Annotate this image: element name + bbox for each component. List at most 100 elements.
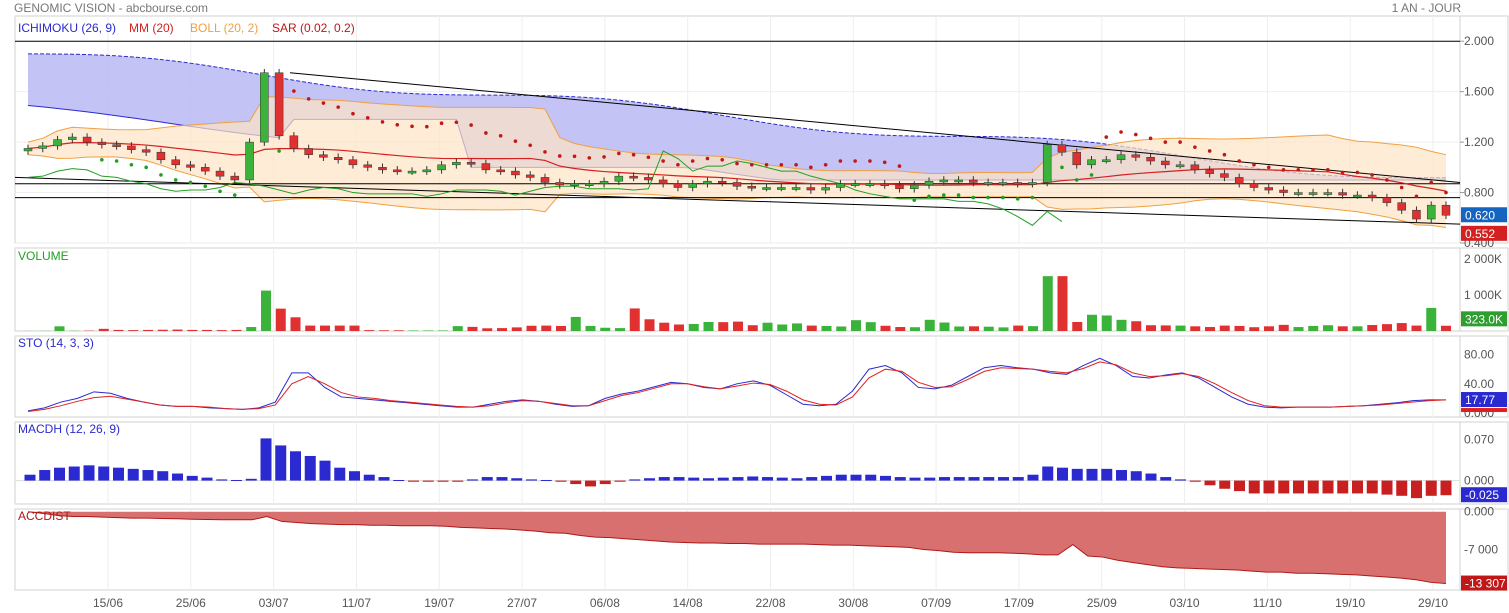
candle-body [629, 175, 638, 179]
macd-bar [83, 465, 95, 481]
candle-body [38, 145, 48, 149]
candle-body [23, 148, 33, 152]
volume-bar [1308, 325, 1319, 331]
macd-bar [1071, 468, 1083, 481]
sar-dot [351, 111, 355, 116]
candle-body [363, 164, 372, 168]
macd-bar [894, 477, 906, 481]
candle-body [481, 163, 491, 171]
macd-bar [1160, 477, 1172, 481]
volume-bar [1087, 314, 1097, 331]
x-tick-label: 25/09 [1087, 596, 1117, 610]
macd-bar [1027, 474, 1039, 481]
volume-bar [1411, 325, 1422, 331]
sar-dot [735, 161, 739, 166]
sar-dot [1281, 168, 1286, 172]
candle-body [585, 183, 594, 186]
x-tick-label: 11/10 [1253, 596, 1282, 610]
y-tick-label: 1.200 [1464, 135, 1494, 149]
candle-body [1131, 154, 1141, 158]
candle-body [274, 72, 284, 137]
macd-bar [776, 477, 788, 481]
sar-dot [809, 165, 813, 170]
candle-body [82, 136, 92, 143]
macd-bar [762, 477, 773, 481]
candle-body [319, 154, 328, 158]
sar-dot [469, 123, 473, 127]
macd-bar [1175, 479, 1186, 481]
sar-dot [528, 143, 533, 148]
volume-bar [128, 330, 139, 331]
candle-body [1175, 164, 1185, 168]
sar-dot [1074, 178, 1079, 182]
candle-body [141, 149, 151, 153]
volume-bar [939, 322, 950, 331]
sar-dot [1385, 178, 1389, 182]
volume-bar [1382, 324, 1392, 331]
y-tick-label: 1.600 [1464, 85, 1494, 99]
macd-bar [953, 477, 965, 481]
volume-bar [585, 325, 596, 331]
candle-body [1279, 189, 1288, 193]
sar-dot [794, 163, 798, 167]
candle-body [1116, 154, 1126, 161]
candle-body [762, 187, 771, 190]
volume-bar [1352, 326, 1363, 331]
candle-body [127, 145, 136, 150]
volume-bar [851, 320, 861, 331]
volume-bar [275, 308, 286, 331]
sar-dot [439, 121, 444, 125]
volume-bar [1013, 325, 1024, 331]
macd-bar [732, 477, 744, 481]
candle-body [717, 180, 727, 184]
macd-bar [614, 480, 626, 482]
macd-bar [1425, 480, 1437, 496]
macd-bar [1366, 480, 1378, 494]
macd-bar [54, 467, 65, 481]
volume-bar [910, 327, 920, 331]
sar-dot [1060, 165, 1064, 170]
candle-body [570, 183, 579, 186]
candle-body [1441, 204, 1451, 216]
sar-dot [868, 159, 872, 163]
candle-body [895, 184, 904, 190]
sar-dot [1414, 194, 1419, 199]
candle-body [333, 156, 343, 161]
macd-bar [658, 477, 670, 481]
sar-dot [1237, 159, 1242, 163]
macd-bar [1440, 480, 1452, 496]
macd-bar [835, 474, 847, 481]
macd-bar [304, 455, 316, 481]
macd-bar [1116, 470, 1127, 481]
macd-bar [157, 471, 169, 481]
sto-d-tag [1461, 408, 1507, 413]
volume-bar [1146, 325, 1156, 331]
macd-bar [68, 466, 80, 481]
x-tick-label: 30/08 [838, 596, 868, 610]
x-tick-label: 19/10 [1335, 596, 1365, 610]
volume-bar [688, 323, 699, 331]
sar-dot [602, 155, 606, 159]
candle-body [53, 139, 62, 147]
macd-bar [629, 479, 641, 481]
macd-bar [880, 475, 891, 481]
volume-bar [1205, 327, 1215, 331]
candle-body [969, 179, 978, 183]
volume-bar [423, 330, 434, 331]
macd-bar [555, 480, 567, 482]
volume-bar [659, 322, 670, 331]
x-tick-label: 15/06 [93, 596, 123, 610]
macd-bar [98, 466, 110, 481]
sar-dot [1311, 168, 1315, 172]
macd-bar [791, 478, 803, 481]
volume-bar [1337, 326, 1348, 331]
volume-bar [1426, 307, 1437, 331]
volume-bar [1219, 325, 1230, 331]
candle-body [304, 148, 313, 155]
macd-bar [1042, 466, 1054, 481]
sar-dot [927, 194, 931, 199]
volume-bar [1116, 319, 1127, 331]
volume-bar [1042, 276, 1053, 331]
candle-body [68, 136, 77, 140]
candle-body [599, 180, 609, 184]
